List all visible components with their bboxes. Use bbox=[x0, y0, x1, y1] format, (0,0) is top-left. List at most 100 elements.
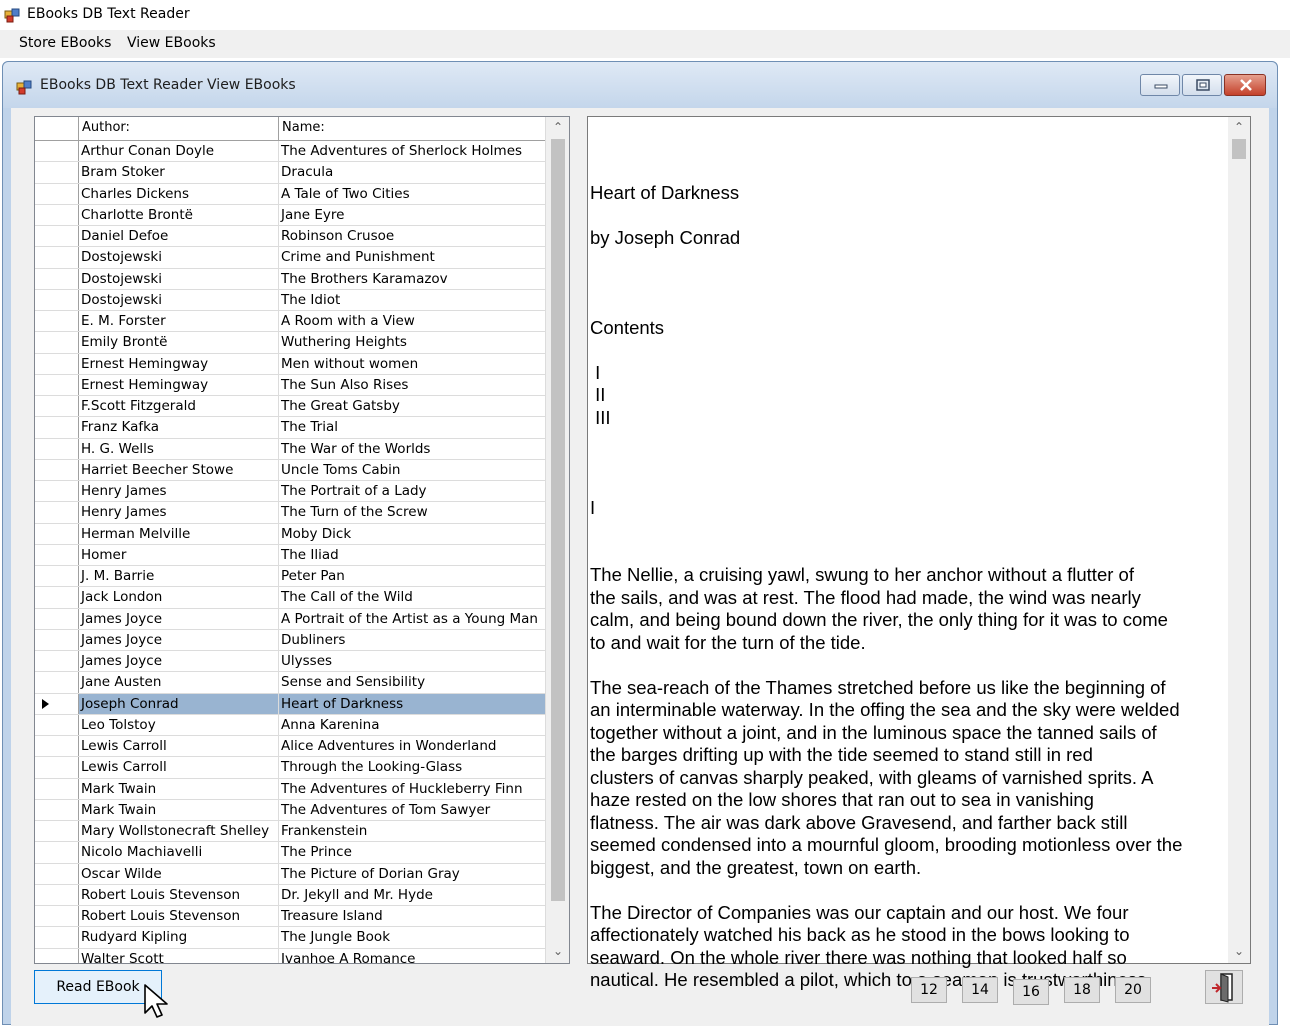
name-cell[interactable]: Dr. Jekyll and Mr. Hyde bbox=[279, 885, 545, 905]
name-cell[interactable]: Treasure Island bbox=[279, 906, 545, 926]
row-header[interactable] bbox=[35, 141, 79, 162]
author-cell[interactable]: Herman Melville bbox=[79, 523, 279, 544]
name-cell[interactable]: Through the Looking-Glass bbox=[279, 757, 545, 777]
table-row[interactable]: H. G. Wells The War of the Worlds bbox=[35, 438, 545, 460]
name-cell[interactable]: The Turn of the Screw bbox=[279, 502, 545, 522]
author-cell[interactable]: Ernest Hemingway bbox=[79, 374, 279, 395]
column-header-author[interactable]: Author: bbox=[79, 117, 279, 140]
row-header[interactable] bbox=[35, 226, 79, 247]
name-cell[interactable]: The Call of the Wild bbox=[279, 587, 545, 607]
row-header[interactable] bbox=[35, 693, 79, 714]
scroll-up-icon[interactable]: ⌃ bbox=[1228, 117, 1250, 137]
row-header[interactable] bbox=[35, 714, 79, 735]
author-cell[interactable]: Robert Louis Stevenson bbox=[79, 906, 279, 927]
author-cell[interactable]: E. M. Forster bbox=[79, 311, 279, 332]
author-cell[interactable]: Oscar Wilde bbox=[79, 863, 279, 884]
name-cell[interactable]: Moby Dick bbox=[279, 524, 545, 544]
name-cell[interactable]: The Brothers Karamazov bbox=[279, 269, 545, 289]
row-header[interactable] bbox=[35, 799, 79, 820]
author-cell[interactable]: Bram Stoker bbox=[79, 162, 279, 183]
menu-view-ebooks[interactable]: View EBooks bbox=[125, 35, 218, 51]
author-cell[interactable]: Jack London bbox=[79, 587, 279, 608]
exit-button[interactable] bbox=[1205, 970, 1243, 1004]
row-header[interactable] bbox=[35, 183, 79, 204]
font-size-12-button[interactable]: 12 bbox=[911, 977, 947, 1003]
name-cell[interactable]: The Adventures of Sherlock Holmes bbox=[279, 141, 545, 161]
row-header[interactable] bbox=[35, 884, 79, 905]
name-cell[interactable]: The Prince bbox=[279, 842, 545, 862]
table-row[interactable]: Walter Scott Ivanhoe A Romance bbox=[35, 948, 545, 963]
author-cell[interactable]: James Joyce bbox=[79, 651, 279, 672]
row-header[interactable] bbox=[35, 629, 79, 650]
row-header[interactable] bbox=[35, 417, 79, 438]
author-cell[interactable]: Jane Austen bbox=[79, 672, 279, 693]
author-cell[interactable]: Harriet Beecher Stowe bbox=[79, 459, 279, 480]
table-row[interactable]: Franz Kafka The Trial bbox=[35, 417, 545, 439]
table-row[interactable]: Emily Brontë Wuthering Heights bbox=[35, 332, 545, 354]
author-cell[interactable]: Mark Twain bbox=[79, 778, 279, 799]
text-scroll-thumb[interactable] bbox=[1232, 139, 1246, 159]
table-row[interactable]: Ernest Hemingway Men without women bbox=[35, 353, 545, 375]
font-size-16-button[interactable]: 16 bbox=[1013, 979, 1049, 1005]
name-cell[interactable]: The Idiot bbox=[279, 290, 545, 310]
row-header[interactable] bbox=[35, 523, 79, 544]
row-header[interactable] bbox=[35, 736, 79, 757]
maximize-button[interactable] bbox=[1182, 74, 1222, 96]
table-row[interactable]: James Joyce Ulysses bbox=[35, 651, 545, 673]
font-size-14-button[interactable]: 14 bbox=[962, 977, 998, 1003]
name-cell[interactable]: Men without women bbox=[279, 354, 545, 374]
table-row[interactable]: Arthur Conan Doyle The Adventures of Sher… bbox=[35, 141, 545, 163]
author-cell[interactable]: James Joyce bbox=[79, 629, 279, 650]
table-row[interactable]: Oscar Wilde The Picture of Dorian Gray bbox=[35, 863, 545, 885]
row-header[interactable] bbox=[35, 332, 79, 353]
table-row[interactable]: Lewis Carroll Through the Looking-Glass bbox=[35, 757, 545, 779]
text-scrollbar[interactable]: ⌃ ⌄ bbox=[1228, 117, 1250, 963]
name-cell[interactable]: A Room with a View bbox=[279, 311, 545, 331]
name-cell[interactable]: Robinson Crusoe bbox=[279, 226, 545, 246]
name-cell[interactable]: A Portrait of the Artist as a Young Man bbox=[279, 609, 545, 629]
table-row[interactable]: Dostojewski The Brothers Karamazov bbox=[35, 268, 545, 290]
author-cell[interactable]: Charles Dickens bbox=[79, 183, 279, 204]
name-cell[interactable]: The Picture of Dorian Gray bbox=[279, 864, 545, 884]
row-header[interactable] bbox=[35, 247, 79, 268]
row-header[interactable] bbox=[35, 289, 79, 310]
table-row[interactable]: Robert Louis Stevenson Treasure Island bbox=[35, 906, 545, 928]
author-cell[interactable]: Joseph Conrad bbox=[79, 693, 279, 714]
name-cell[interactable]: The Jungle Book bbox=[279, 927, 545, 947]
table-row[interactable]: Mary Wollstonecraft Shelley Frankenstein bbox=[35, 821, 545, 843]
row-header[interactable] bbox=[35, 757, 79, 778]
row-header[interactable] bbox=[35, 268, 79, 289]
table-row[interactable]: Mark Twain The Adventures of Tom Sawyer bbox=[35, 799, 545, 821]
name-cell[interactable]: Heart of Darkness bbox=[279, 693, 545, 714]
name-cell[interactable]: Alice Adventures in Wonderland bbox=[279, 736, 545, 756]
author-cell[interactable]: Rudyard Kipling bbox=[79, 927, 279, 948]
name-cell[interactable]: Frankenstein bbox=[279, 821, 545, 841]
row-header[interactable] bbox=[35, 672, 79, 693]
table-row[interactable]: E. M. Forster A Room with a View bbox=[35, 311, 545, 333]
row-header[interactable] bbox=[35, 651, 79, 672]
author-cell[interactable]: James Joyce bbox=[79, 608, 279, 629]
author-cell[interactable]: Charlotte Brontë bbox=[79, 204, 279, 225]
grid-scroll-thumb[interactable] bbox=[551, 139, 565, 901]
name-cell[interactable]: Crime and Punishment bbox=[279, 247, 545, 267]
author-cell[interactable]: Lewis Carroll bbox=[79, 736, 279, 757]
table-row[interactable]: Mark Twain The Adventures of Huckleberry … bbox=[35, 778, 545, 800]
author-cell[interactable]: Leo Tolstoy bbox=[79, 714, 279, 735]
row-header[interactable] bbox=[35, 778, 79, 799]
table-row[interactable]: Rudyard Kipling The Jungle Book bbox=[35, 927, 545, 949]
row-header[interactable] bbox=[35, 544, 79, 565]
row-header[interactable] bbox=[35, 906, 79, 927]
name-cell[interactable]: Jane Eyre bbox=[279, 205, 545, 225]
table-row[interactable]: Henry James The Turn of the Screw bbox=[35, 502, 545, 524]
name-cell[interactable]: A Tale of Two Cities bbox=[279, 184, 545, 204]
name-cell[interactable]: Ulysses bbox=[279, 651, 545, 671]
row-header[interactable] bbox=[35, 566, 79, 587]
row-header[interactable] bbox=[35, 608, 79, 629]
table-row[interactable]: Dostojewski The Idiot bbox=[35, 289, 545, 311]
table-row[interactable]: Lewis Carroll Alice Adventures in Wonderl… bbox=[35, 736, 545, 758]
table-row[interactable]: Homer The Iliad bbox=[35, 544, 545, 566]
author-cell[interactable]: Dostojewski bbox=[79, 268, 279, 289]
scroll-down-icon[interactable]: ⌄ bbox=[546, 941, 569, 961]
author-cell[interactable]: Nicolo Machiavelli bbox=[79, 842, 279, 863]
table-row[interactable]: Jack London The Call of the Wild bbox=[35, 587, 545, 609]
